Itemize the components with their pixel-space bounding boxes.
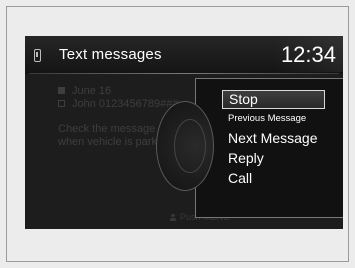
header-bar: Text messages 12:34 <box>25 36 343 74</box>
display-screen: Text messages 12:34 June 16 John 0123456… <box>25 36 343 229</box>
phone-icon <box>34 49 41 62</box>
clock: 12:34 <box>280 42 336 67</box>
message-date: June 16 <box>72 84 112 97</box>
header-divider <box>29 73 339 74</box>
screen-title: Text messages <box>59 46 162 63</box>
menu-item-call[interactable]: Call <box>222 168 342 188</box>
menu-item-reply[interactable]: Reply <box>222 148 342 168</box>
menu-list: Stop Previous Message Next Message Reply… <box>222 90 342 188</box>
menu-item-stop[interactable]: Stop <box>222 90 325 109</box>
envelope-icon <box>58 100 65 107</box>
menu-item-next-message[interactable]: Next Message <box>222 128 342 148</box>
unread-icon <box>58 87 65 94</box>
interface-dial-inner <box>174 119 206 173</box>
menu-button-icon <box>170 213 176 221</box>
message-sender: John 0123456789### <box>72 97 179 110</box>
options-menu: Stop Previous Message Next Message Reply… <box>156 78 343 218</box>
menu-item-previous-message[interactable]: Previous Message <box>222 110 342 128</box>
